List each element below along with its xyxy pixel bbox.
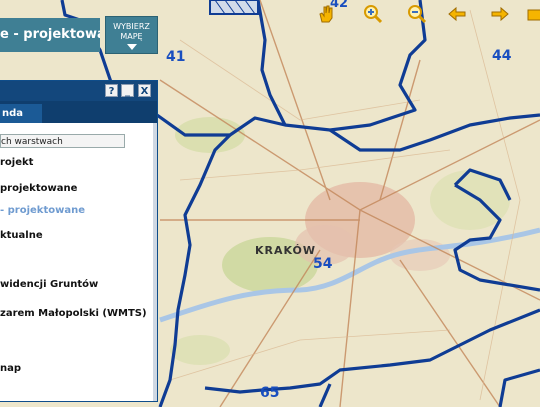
city-label-krakow: KRAKÓW [255,244,317,257]
layer-item[interactable]: rojekt [0,157,33,168]
layer-item[interactable]: widencji Gruntów [0,279,98,290]
panel-tabs: nda [0,101,157,123]
panel-scrollbar[interactable] [153,123,157,401]
district-number-54: 54 [313,256,333,272]
back-arrow-icon[interactable] [447,4,467,24]
layer-item[interactable]: ktualne [0,230,43,241]
district-number-41: 41 [166,49,186,65]
layer-item-selected[interactable]: - projektowane [0,205,85,216]
map-title-bar: e - projektowane [0,18,100,52]
zoom-out-icon[interactable] [407,4,427,24]
district-number-44: 44 [492,48,512,64]
map-toolbar: 42 [310,0,540,26]
panel-header: ? _ X [0,81,157,101]
choose-map-button[interactable]: WYBIERZ MAPĘ [105,16,158,54]
search-layers-button[interactable]: ch warstwach [0,134,125,148]
layer-item[interactable]: zarem Małopolski (WMTS) [0,308,147,319]
choose-map-label-1: WYBIERZ [113,22,150,31]
forward-arrow-icon[interactable] [490,4,510,24]
district-number-65: 65 [260,385,280,401]
layer-item[interactable]: nap [0,363,21,374]
toolbar-badge: 42 [330,0,349,11]
map-title: e - projektowane [0,27,100,42]
extra-tool-icon[interactable] [526,4,540,24]
tab-legend[interactable]: nda [0,104,42,123]
minimize-button[interactable]: _ [121,84,134,97]
layer-item[interactable]: projektowane [0,183,77,194]
choose-map-label-2: MAPĘ [120,32,143,41]
help-button[interactable]: ? [105,84,118,97]
close-button[interactable]: X [138,84,151,97]
chevron-down-icon [126,44,137,50]
zoom-in-icon[interactable] [363,4,383,24]
layers-panel: ? _ X nda ch warstwach rojekt projektowa… [0,80,158,402]
